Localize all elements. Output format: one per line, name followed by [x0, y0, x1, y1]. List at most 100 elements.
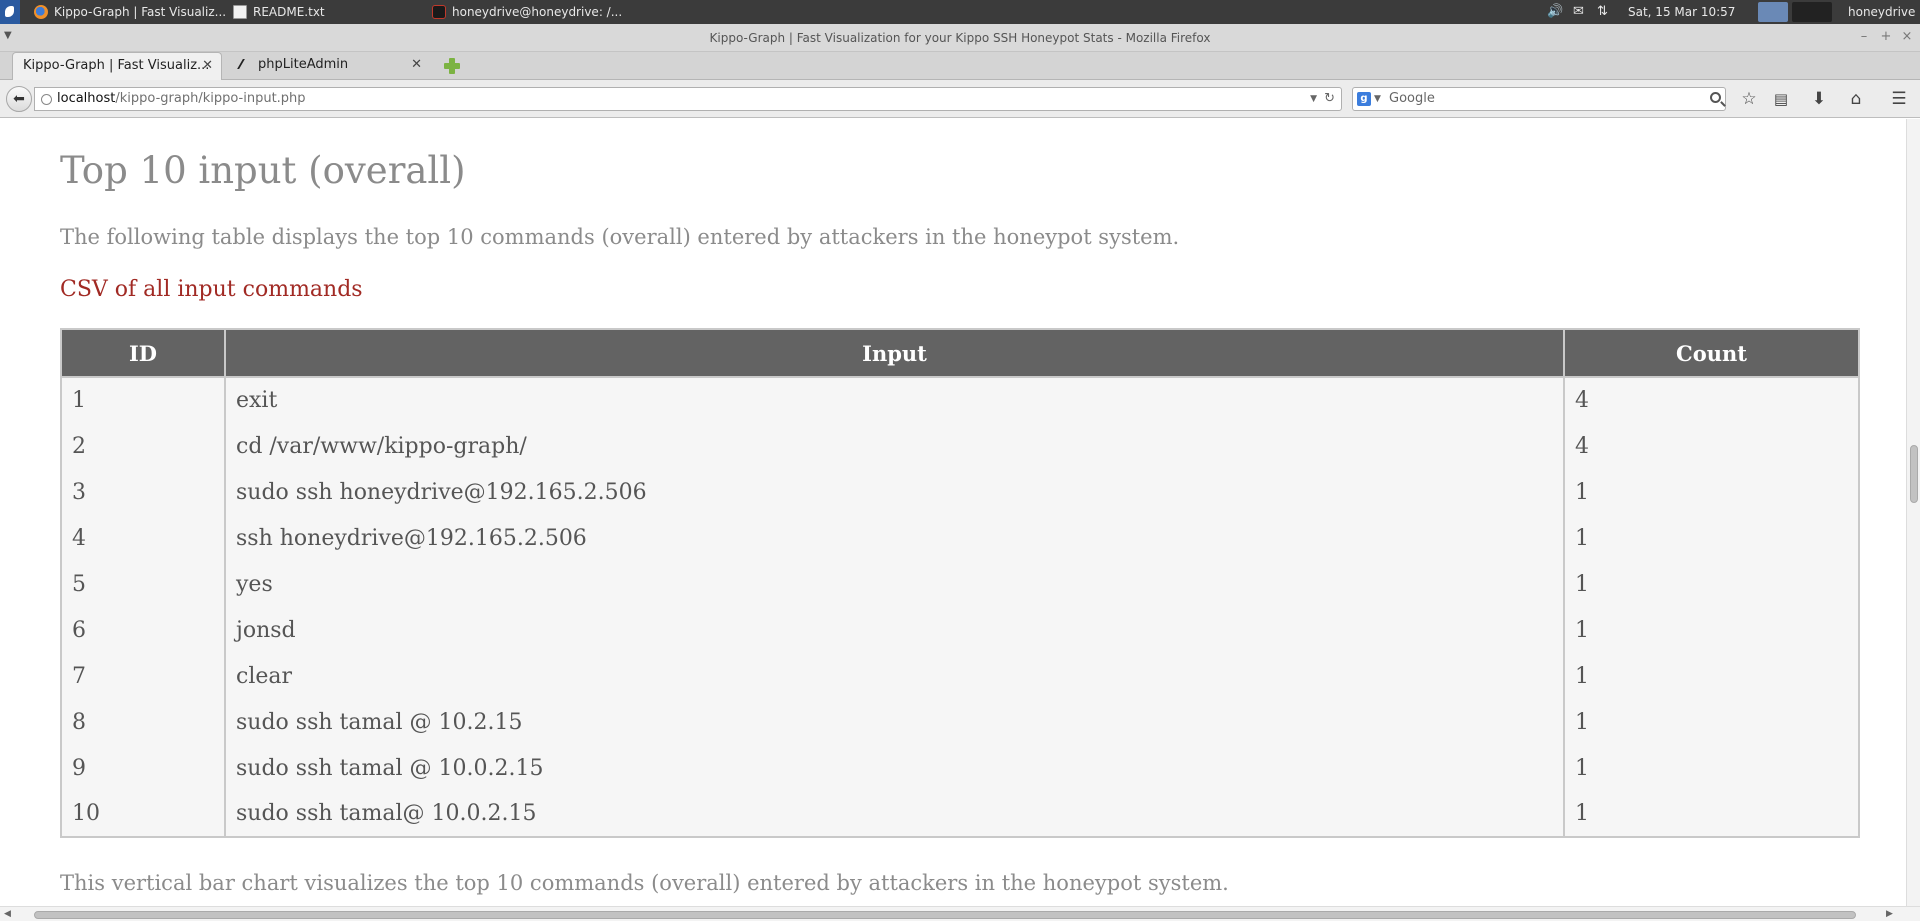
tab-strip: Kippo-Graph | Fast Visualiz... ✕ phpLite…: [0, 52, 1920, 81]
terminal-icon: [432, 5, 446, 19]
search-bar[interactable]: g ▼ Google: [1352, 87, 1726, 111]
cell-id: 4: [60, 515, 226, 561]
window-title: Kippo-Graph | Fast Visualization for you…: [709, 31, 1211, 45]
taskbar-item-firefox[interactable]: Kippo-Graph | Fast Visualiz...: [34, 0, 226, 24]
search-engine-dropdown-icon[interactable]: ▼: [1374, 88, 1381, 110]
cell-input: ssh honeydrive@192.165.2.506: [224, 515, 1565, 561]
cell-count: 1: [1563, 607, 1860, 653]
column-header-id: ID: [60, 328, 226, 378]
vertical-scrollbar[interactable]: [1906, 119, 1920, 906]
url-path: /kippo-graph/kippo-input.php: [115, 91, 306, 106]
maximize-icon[interactable]: +: [1877, 28, 1895, 46]
cell-id: 5: [60, 561, 226, 607]
table-row: 10 sudo ssh tamal@ 10.0.2.15 1: [60, 791, 1860, 838]
cell-input: jonsd: [224, 607, 1565, 653]
text-editor-icon: [233, 5, 247, 19]
table-row: 8 sudo ssh tamal @ 10.2.15 1: [60, 699, 1860, 745]
cell-count: 1: [1563, 561, 1860, 607]
cell-id: 9: [60, 745, 226, 791]
clock[interactable]: Sat, 15 Mar 10:57: [1628, 0, 1735, 24]
page-content: Top 10 input (overall) The following tab…: [0, 119, 1906, 906]
horizontal-scroll-thumb[interactable]: [34, 911, 1856, 919]
table-row: 6 jonsd 1: [60, 607, 1860, 653]
cell-id: 1: [60, 377, 226, 423]
cell-input: sudo ssh tamal @ 10.2.15: [224, 699, 1565, 745]
scroll-left-icon[interactable]: ◀: [4, 907, 11, 921]
cell-count: 4: [1563, 377, 1860, 423]
url-host: localhost: [57, 91, 116, 106]
cell-input: sudo ssh tamal@ 10.0.2.15: [224, 791, 1565, 838]
home-icon[interactable]: ⌂: [1845, 88, 1867, 110]
taskbar-item-terminal[interactable]: honeydrive@honeydrive: /...: [432, 0, 622, 24]
table-row: 2 cd /var/www/kippo-graph/4: [60, 423, 1860, 469]
cell-id: 10: [60, 791, 226, 838]
feather-icon: [237, 59, 253, 69]
scroll-right-icon[interactable]: ▶: [1886, 907, 1893, 921]
table-row: 4 ssh honeydrive@192.165.2.506 1: [60, 515, 1860, 561]
user-menu[interactable]: honeydrive: [1848, 0, 1915, 24]
cell-input: cd /var/www/kippo-graph/: [224, 423, 1565, 469]
page-title: Top 10 input (overall): [60, 149, 466, 192]
column-header-input: Input: [224, 328, 1565, 378]
tab-phpliteadmin[interactable]: phpLiteAdmin ✕: [230, 52, 430, 80]
cell-count: 1: [1563, 515, 1860, 561]
table-row: 3 sudo ssh honeydrive@192.165.2.506 1: [60, 469, 1860, 515]
table-row: 7 clear 1: [60, 653, 1860, 699]
tab-kippo-graph[interactable]: Kippo-Graph | Fast Visualiz... ✕: [12, 52, 222, 81]
url-dropdown-icon[interactable]: ▼: [1310, 88, 1317, 110]
table-description: The following table displays the top 10 …: [60, 225, 1180, 249]
cell-id: 3: [60, 469, 226, 515]
cell-count: 1: [1563, 653, 1860, 699]
cell-count: 1: [1563, 745, 1860, 791]
cell-id: 6: [60, 607, 226, 653]
system-panel: Kippo-Graph | Fast Visualiz... README.tx…: [0, 0, 1920, 24]
mail-icon[interactable]: ✉: [1573, 0, 1584, 24]
cell-input: yes: [224, 561, 1565, 607]
taskbar-item-readme[interactable]: README.txt: [233, 0, 325, 24]
navigation-bar: ⬅ localhost/kippo-graph/kippo-input.php …: [0, 80, 1920, 118]
cell-id: 7: [60, 653, 226, 699]
close-window-icon[interactable]: ×: [1898, 28, 1916, 46]
network-icon[interactable]: ⇅: [1597, 0, 1608, 24]
close-tab-icon[interactable]: ✕: [202, 53, 213, 79]
bookmark-star-icon[interactable]: ☆: [1738, 88, 1760, 110]
cell-input: exit: [224, 377, 1565, 423]
url-bar[interactable]: localhost/kippo-graph/kippo-input.php ▼ …: [34, 87, 1342, 111]
workspace-switcher[interactable]: [1758, 2, 1788, 22]
column-header-count: Count: [1563, 328, 1860, 378]
volume-icon[interactable]: 🔊: [1547, 0, 1563, 24]
cell-id: 8: [60, 699, 226, 745]
globe-icon: [41, 94, 52, 105]
workspace-switcher-2[interactable]: [1792, 2, 1832, 22]
cell-count: 1: [1563, 699, 1860, 745]
cell-count: 1: [1563, 469, 1860, 515]
app-menu-icon[interactable]: [0, 0, 20, 24]
table-row: 1 exit 4: [60, 377, 1860, 423]
menu-icon[interactable]: ☰: [1888, 88, 1910, 110]
window-titlebar: ▼ Kippo-Graph | Fast Visualization for y…: [0, 24, 1920, 52]
downloads-icon[interactable]: ⬇: [1808, 88, 1830, 110]
cell-input: clear: [224, 653, 1565, 699]
table-header-row: ID Input Count: [60, 328, 1860, 378]
bookmarks-menu-icon[interactable]: ▤: [1770, 88, 1792, 110]
table-row: 9 sudo ssh tamal @ 10.0.2.15 1: [60, 745, 1860, 791]
input-table: ID Input Count 1 exit 4 2 cd /var/www/kippo…: [60, 328, 1860, 838]
back-button[interactable]: ⬅: [6, 86, 32, 112]
csv-link[interactable]: CSV of all input commands: [60, 277, 363, 302]
close-tab-icon[interactable]: ✕: [411, 52, 422, 78]
firefox-icon: [34, 5, 48, 19]
vertical-scroll-thumb[interactable]: [1910, 445, 1918, 503]
reload-icon[interactable]: ↻: [1324, 88, 1335, 110]
table-row: 5 yes 1: [60, 561, 1860, 607]
cell-count: 1: [1563, 791, 1860, 838]
cell-id: 2: [60, 423, 226, 469]
cell-count: 4: [1563, 423, 1860, 469]
horizontal-scrollbar[interactable]: ◀ ▶: [0, 906, 1920, 921]
search-icon[interactable]: [1710, 92, 1721, 103]
new-tab-icon[interactable]: [443, 57, 461, 75]
minimize-icon[interactable]: –: [1855, 28, 1873, 46]
cell-input: sudo ssh tamal @ 10.0.2.15: [224, 745, 1565, 791]
google-icon[interactable]: g: [1357, 92, 1371, 106]
search-placeholder: Google: [1389, 91, 1435, 106]
cell-input: sudo ssh honeydrive@192.165.2.506: [224, 469, 1565, 515]
